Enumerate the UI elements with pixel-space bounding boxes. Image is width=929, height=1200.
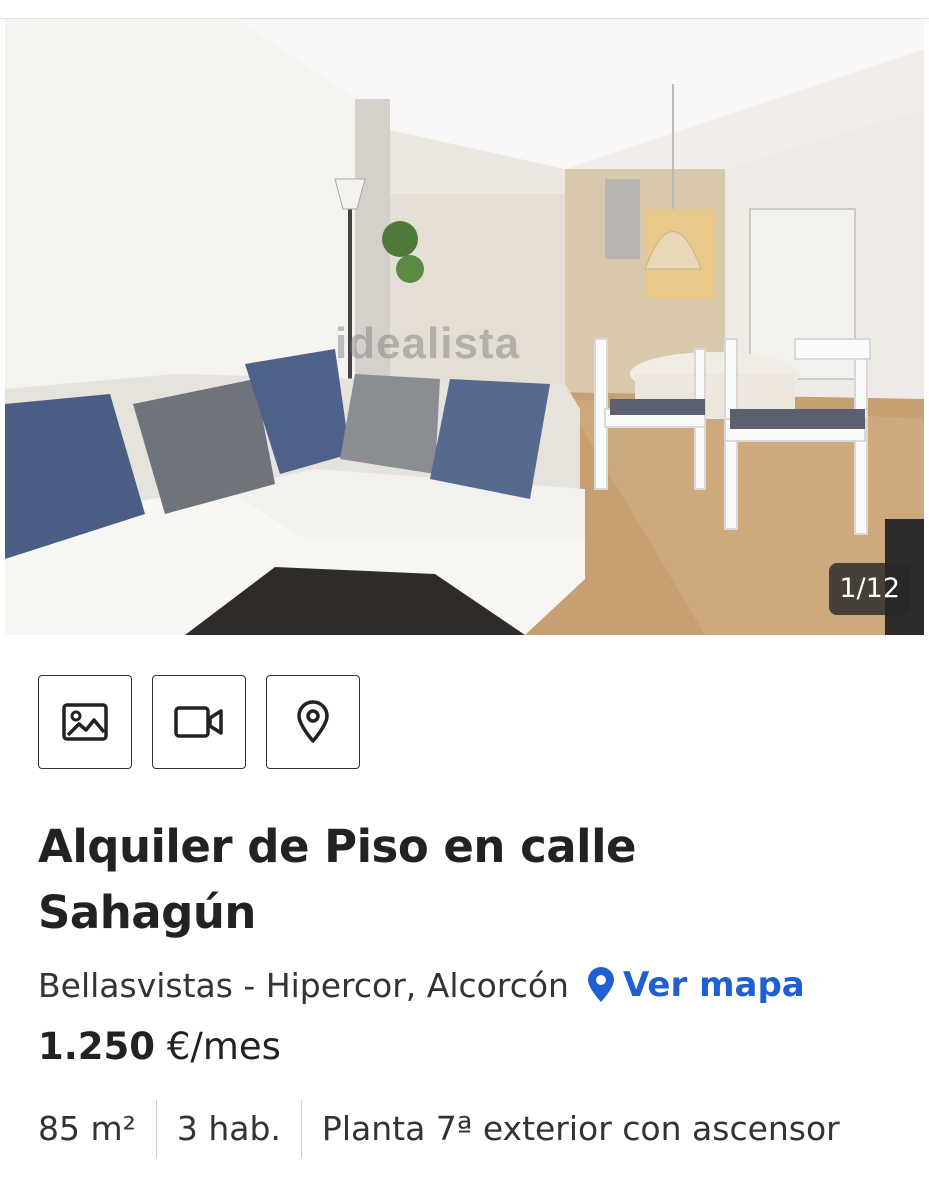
watermark: idealista [335, 319, 521, 368]
map-button[interactable] [266, 675, 360, 769]
top-divider [0, 0, 929, 19]
location-row: Bellasvistas - Hipercor, Alcorcón Ver ma… [38, 962, 805, 1008]
video-button[interactable] [152, 675, 246, 769]
location-pin-icon [587, 967, 614, 1002]
price-amount: 1.250 [38, 1025, 156, 1068]
view-map-label: Ver mapa [622, 965, 805, 1005]
photos-button[interactable] [38, 675, 132, 769]
listing-location: Bellasvistas - Hipercor, Alcorcón [38, 965, 569, 1005]
feature-rooms: 3 hab. [155, 1100, 301, 1158]
listing-title: Alquiler de Piso en calle Sahagún [38, 820, 637, 939]
view-map-link[interactable]: Ver mapa [587, 965, 805, 1005]
video-icon [174, 706, 223, 738]
listing-photo[interactable]: idealista 1/12 [5, 19, 924, 635]
image-icon [62, 703, 108, 741]
listing-price: 1.250 €/mes [38, 1025, 281, 1068]
photo-counter: 1/12 [829, 563, 910, 615]
listing-features: 85 m² 3 hab. Planta 7ª exterior con asce… [38, 1100, 860, 1158]
price-unit: €/mes [166, 1025, 281, 1068]
feature-floor: Planta 7ª exterior con ascensor [300, 1100, 860, 1158]
media-buttons [38, 675, 360, 769]
map-pin-icon [297, 700, 329, 743]
feature-area: 85 m² [38, 1109, 136, 1148]
